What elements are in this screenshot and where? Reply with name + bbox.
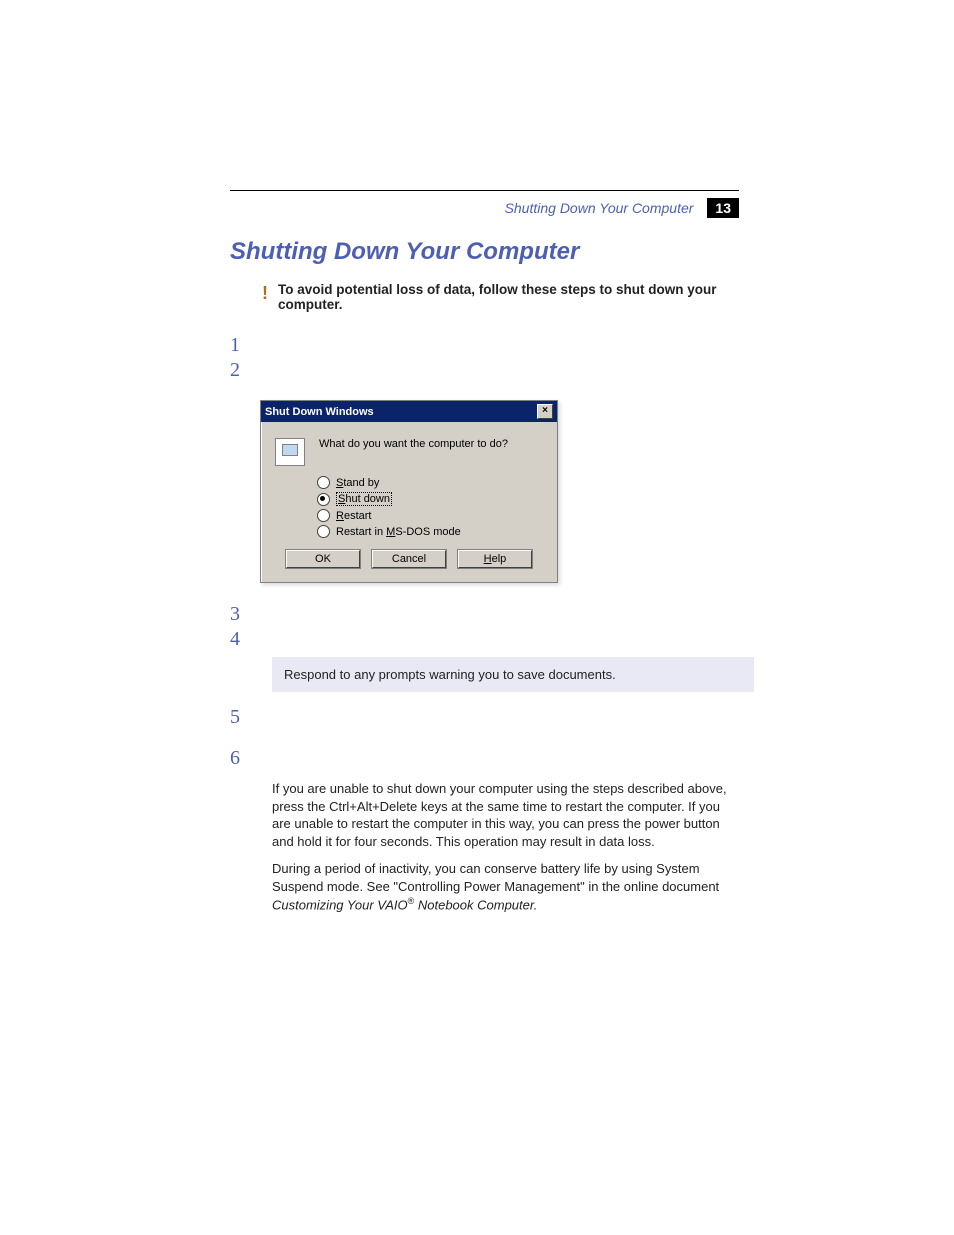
step-number: 2 (230, 359, 244, 382)
header-rule (230, 190, 739, 191)
running-header: Shutting Down Your Computer 13 (505, 198, 739, 218)
warning-text: To avoid potential loss of data, follow … (278, 282, 739, 312)
option-standby[interactable]: Stand by (317, 476, 543, 489)
dialog-body: What do you want the computer to do? Sta… (261, 422, 557, 582)
help-button[interactable]: Help (458, 550, 532, 568)
step-3: 3 (230, 603, 739, 626)
radio-icon[interactable] (317, 476, 330, 489)
step-number: 6 (230, 747, 244, 770)
step-number: 3 (230, 603, 244, 626)
steps-list: 1 2 Shut Down Windows × What do you want… (230, 334, 739, 914)
step-4: 4 (230, 628, 739, 651)
page-number: 13 (707, 198, 739, 218)
step-5: 5 (230, 706, 739, 729)
note-box: Respond to any prompts warning you to sa… (272, 657, 754, 692)
step-2: 2 (230, 359, 739, 382)
option-msdos[interactable]: Restart in MS-DOS mode (317, 525, 543, 538)
radio-options: Stand by Shut down Restart Restart (317, 476, 543, 538)
warning-row: ! To avoid potential loss of data, follo… (262, 282, 739, 312)
content-area: Shutting Down Your Computer ! To avoid p… (230, 238, 739, 914)
option-restart[interactable]: Restart (317, 509, 543, 522)
radio-icon[interactable] (317, 525, 330, 538)
dialog-titlebar: Shut Down Windows × (261, 401, 557, 422)
close-icon[interactable]: × (537, 404, 553, 419)
step-1: 1 (230, 334, 739, 357)
ok-button[interactable]: OK (286, 550, 360, 568)
running-title: Shutting Down Your Computer (505, 200, 694, 216)
step-number: 1 (230, 334, 244, 357)
step-6: 6 (230, 747, 739, 770)
dialog-buttons: OK Cancel Help (275, 550, 543, 568)
dialog-question: What do you want the computer to do? (319, 438, 508, 450)
paragraph-suspend: During a period of inactivity, you can c… (272, 860, 739, 914)
radio-icon[interactable] (317, 509, 330, 522)
cancel-button[interactable]: Cancel (372, 550, 446, 568)
dialog-title: Shut Down Windows (265, 406, 374, 418)
step-number: 5 (230, 706, 244, 729)
monitor-icon (275, 438, 305, 466)
paragraph-unable: If you are unable to shut down your comp… (272, 780, 739, 850)
section-title: Shutting Down Your Computer (230, 238, 739, 266)
shutdown-dialog: Shut Down Windows × What do you want the… (260, 400, 558, 583)
radio-icon[interactable] (317, 493, 330, 506)
warning-icon: ! (262, 284, 268, 302)
document-page: Shutting Down Your Computer 13 Shutting … (0, 0, 954, 1235)
option-shutdown[interactable]: Shut down (317, 492, 543, 506)
step-number: 4 (230, 628, 244, 651)
